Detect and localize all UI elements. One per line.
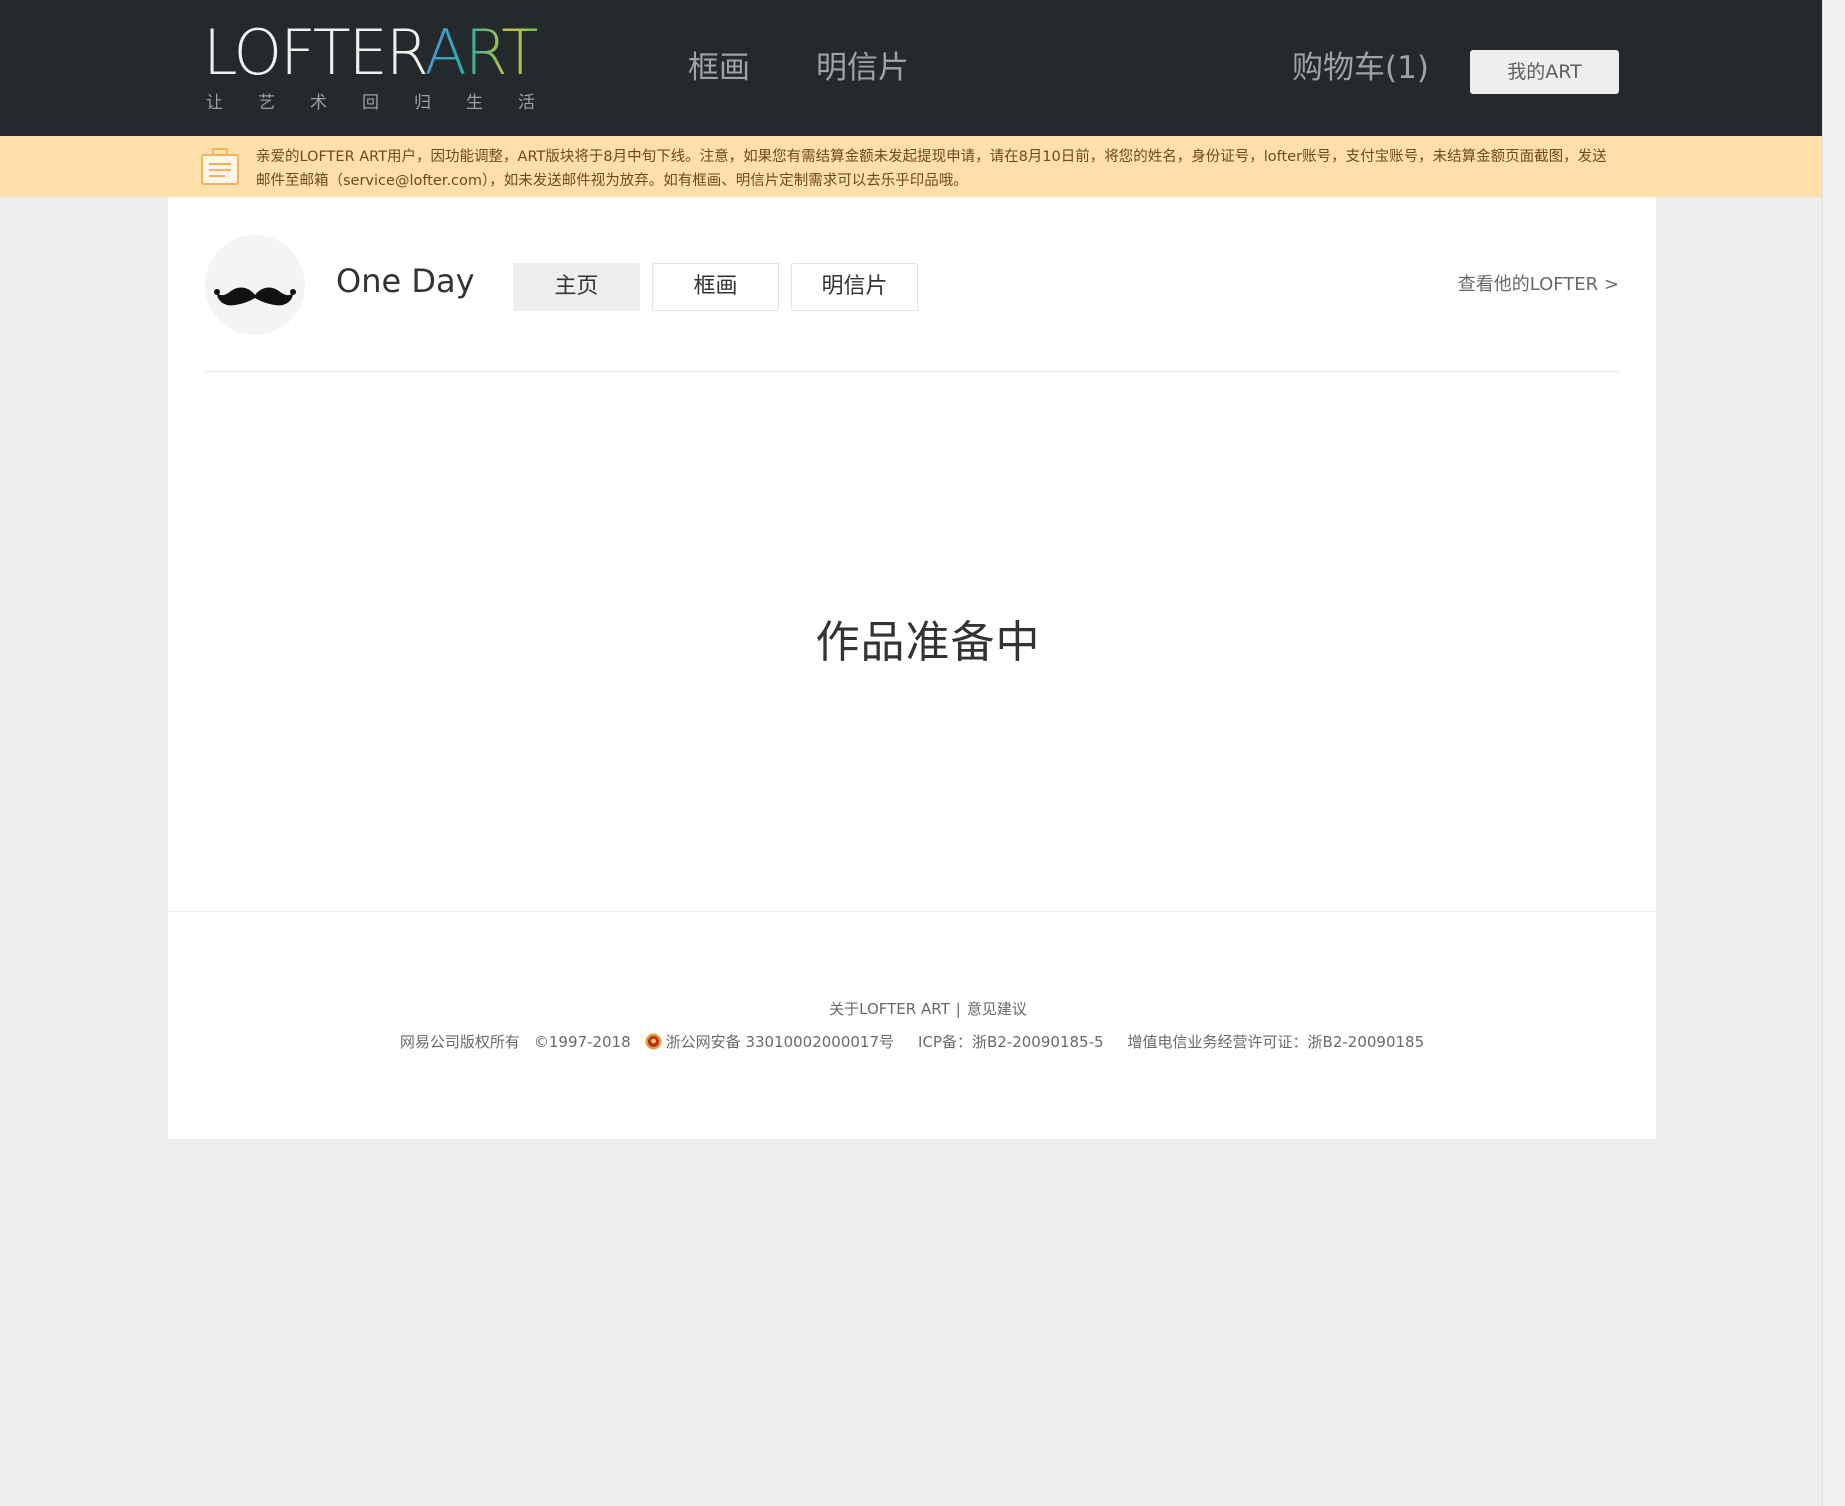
police-record-link[interactable]: 浙公网安备 33010002000017号 [645, 1033, 894, 1051]
logo-slogan: 让艺术回归生活 [206, 93, 570, 113]
empty-works-message: 作品准备中 [815, 617, 1041, 668]
about-lofter-art-link[interactable]: 关于LOFTER ART [829, 1000, 950, 1018]
icp-record[interactable]: ICP备：浙B2-20090185-5 [918, 1033, 1104, 1051]
feedback-link[interactable]: 意见建议 [967, 1000, 1027, 1018]
shopping-cart-link[interactable]: 购物车(1) [1292, 48, 1429, 88]
view-lofter-link[interactable]: 查看他的LOFTER > [1458, 270, 1619, 296]
footer-links: 关于LOFTER ART | 意见建议 [168, 998, 1688, 1019]
footer-copyright: 网易公司版权所有 ©1997-2018 浙公网安备 33010002000017号 I… [168, 1031, 1656, 1052]
logo-art-text: ART [424, 16, 539, 89]
logo-wordmark: LOFTERART [203, 20, 539, 86]
nav-frame-link[interactable]: 框画 [688, 48, 750, 88]
mustache-icon [214, 287, 296, 306]
telecom-license[interactable]: 增值电信业务经营许可证：浙B2-20090185 [1128, 1033, 1425, 1051]
nav-postcard-link[interactable]: 明信片 [816, 48, 909, 88]
logo-lofter-text: LOFTER [203, 16, 426, 89]
footer-divider [168, 911, 1656, 912]
profile-name: One Day [336, 262, 475, 300]
notice-banner: 亲爱的LOFTER ART用户，因功能调整，ART版块将于8月中旬下线。注意，如… [0, 136, 1823, 197]
tab-home[interactable]: 主页 [513, 263, 640, 311]
footer-separator: | [955, 1000, 961, 1018]
notice-board-icon [201, 148, 239, 186]
notice-text: 亲爱的LOFTER ART用户，因功能调整，ART版块将于8月中旬下线。注意，如… [256, 149, 1607, 189]
police-badge-icon [645, 1033, 662, 1050]
tab-postcard[interactable]: 明信片 [791, 263, 918, 311]
top-navigation-bar: LOFTERART 让艺术回归生活 框画 明信片 购物车(1) 我的ART [0, 0, 1823, 136]
page-scrollbar[interactable] [1822, 0, 1845, 1506]
profile-card: One Day 主页 框画 明信片 查看他的LOFTER > 作品准备中 关于L… [168, 197, 1656, 1139]
profile-divider [205, 371, 1619, 372]
lofter-art-logo[interactable]: LOFTERART 让艺术回归生活 [203, 20, 570, 114]
tab-frame[interactable]: 框画 [652, 263, 779, 311]
avatar[interactable] [205, 235, 305, 335]
copyright-owner: 网易公司版权所有 [399, 1033, 520, 1051]
copyright-years: ©1997-2018 [533, 1033, 631, 1051]
police-record-text: 浙公网安备 33010002000017号 [665, 1033, 895, 1051]
my-art-button[interactable]: 我的ART [1470, 50, 1619, 94]
